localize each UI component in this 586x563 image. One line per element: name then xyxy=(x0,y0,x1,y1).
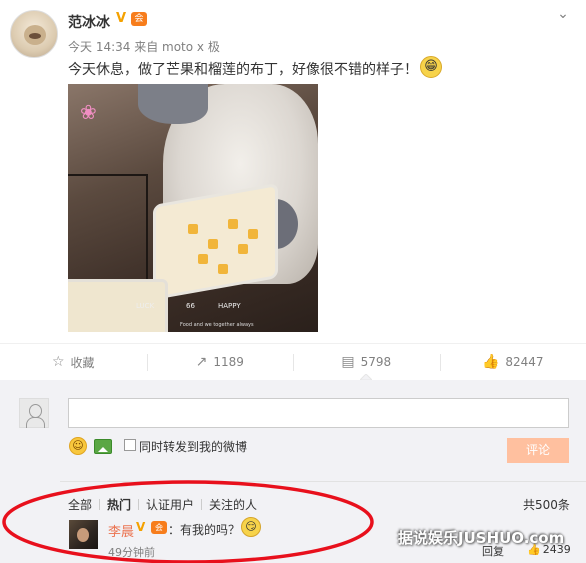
photo-stamp-mid: 66 xyxy=(186,302,195,310)
star-icon: ☆ xyxy=(51,354,65,370)
watermark: 据说娱乐JUSHUO.com xyxy=(398,529,565,547)
comment-text: ：有我的吗？ xyxy=(168,523,241,537)
post-photo[interactable]: ❀ LUCK 66 HAPPY Food and we together alw… xyxy=(68,84,318,332)
chevron-down-icon[interactable]: ⌄ xyxy=(553,6,573,22)
my-avatar xyxy=(19,398,49,428)
repost-count: 1189 xyxy=(213,355,244,369)
photo-stamp-left: LUCK xyxy=(136,302,155,310)
post-meta: 今天 14:34 来自 moto x 极 xyxy=(68,40,220,54)
smirk-emoji-icon: 😏 xyxy=(241,517,261,537)
divider xyxy=(60,481,586,482)
comment-icon: ▤ xyxy=(341,354,355,370)
repost-icon: ↗ xyxy=(195,354,208,370)
author-name[interactable]: 范冰冰 xyxy=(68,12,110,32)
thumbs-up-icon: 👍 xyxy=(481,354,500,370)
emoji-picker-icon[interactable]: ☺ xyxy=(69,437,87,455)
pointer-triangle-icon xyxy=(360,374,372,380)
submit-comment-button[interactable]: 评论 xyxy=(507,438,569,463)
repost-checkbox-label[interactable]: 同时转发到我的微博 xyxy=(139,438,247,455)
favorite-label: 收藏 xyxy=(70,355,95,370)
verified-badge-icon: V xyxy=(116,11,127,26)
bow-sticker-icon: ❀ xyxy=(80,100,97,124)
image-upload-icon[interactable] xyxy=(94,439,112,454)
photo-stamp-right: HAPPY xyxy=(218,302,241,310)
comment-filter-tabs: 全部 热门 认证用户 关注的人 xyxy=(68,496,257,513)
repost-checkbox[interactable] xyxy=(124,439,136,451)
commenter-vip-badge-icon: 会 xyxy=(151,521,167,534)
comment-total: 共500条 xyxy=(523,498,570,512)
commenter-name[interactable]: 李晨 xyxy=(108,521,134,540)
comment-time: 49分钟前 xyxy=(108,546,155,559)
comment-input[interactable] xyxy=(68,398,569,428)
vip-badge-icon: 会 xyxy=(131,12,147,26)
commenter-verified-badge-icon: V xyxy=(136,520,146,534)
filter-tab-hot[interactable]: 热门 xyxy=(107,496,131,513)
commenter-avatar[interactable] xyxy=(69,520,98,549)
post-text: 今天休息，做了芒果和榴莲的布丁，好像很不错的样子！ xyxy=(68,62,418,78)
filter-tab-following[interactable]: 关注的人 xyxy=(209,496,257,513)
filter-tab-all[interactable]: 全部 xyxy=(68,496,92,513)
action-bar: ☆ 收藏 ↗ 1189 ▤ 5798 👍 82447 xyxy=(0,343,586,380)
wire-shelf xyxy=(68,174,148,294)
filter-tab-verified[interactable]: 认证用户 xyxy=(146,496,194,513)
like-button[interactable]: 👍 82447 xyxy=(439,344,586,380)
author-avatar[interactable] xyxy=(10,10,58,58)
repost-button[interactable]: ↗ 1189 xyxy=(146,344,294,380)
grin-emoji-icon: 😁 xyxy=(420,56,442,78)
favorite-button[interactable]: ☆ 收藏 xyxy=(0,344,147,380)
weibo-post: 范冰冰 V 会 今天 14:34 来自 moto x 极 ⌄ 今天休息，做了芒果… xyxy=(0,0,586,343)
photo-caption: Food and we together always xyxy=(180,322,254,328)
like-count: 82447 xyxy=(505,355,544,369)
comment-count: 5798 xyxy=(360,355,392,369)
